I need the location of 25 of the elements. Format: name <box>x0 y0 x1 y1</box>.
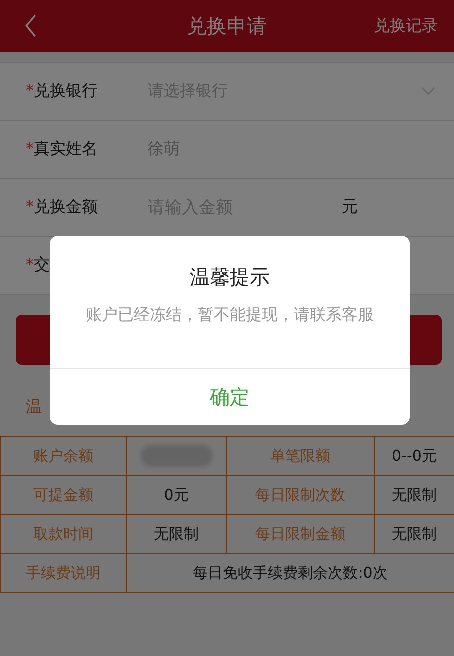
page-title: 兑换申请 <box>187 12 267 40</box>
table-cell: 单笔限额 <box>227 437 375 476</box>
table-cell: 0元 <box>127 476 227 515</box>
table-cell: 每日限制次数 <box>227 476 375 515</box>
field-label: *交 <box>26 255 51 276</box>
table-cell: 无限制 <box>375 476 454 515</box>
table-cell: 每日免收手续费剩余次数:0次 <box>127 554 454 593</box>
confirm-button[interactable]: 确定 <box>50 368 410 425</box>
tips-heading: 温 <box>26 397 42 416</box>
dialog-title: 温馨提示 <box>190 264 270 291</box>
table-cell: 手续费说明 <box>1 554 127 593</box>
table-cell: 无限制 <box>127 515 227 554</box>
field-label: *兑换银行 <box>26 81 99 102</box>
unit-label: 元 <box>342 197 358 218</box>
dialog-message: 账户已经冻结，暂不能提现，请联系客服 <box>86 305 374 326</box>
field-label: *真实姓名 <box>26 139 99 160</box>
table-cell: 无限制 <box>375 515 454 554</box>
history-link[interactable]: 兑换记录 <box>374 16 438 36</box>
table-cell: 账户余额 <box>1 437 127 476</box>
table-cell: 取款时间 <box>1 515 127 554</box>
table-cell: 0--0元 <box>375 437 454 476</box>
table-cell: 可提金额 <box>1 476 127 515</box>
back-icon[interactable] <box>24 13 38 39</box>
field-label: *兑换金额 <box>26 197 99 218</box>
table-cell: 每日限制金额 <box>227 515 375 554</box>
